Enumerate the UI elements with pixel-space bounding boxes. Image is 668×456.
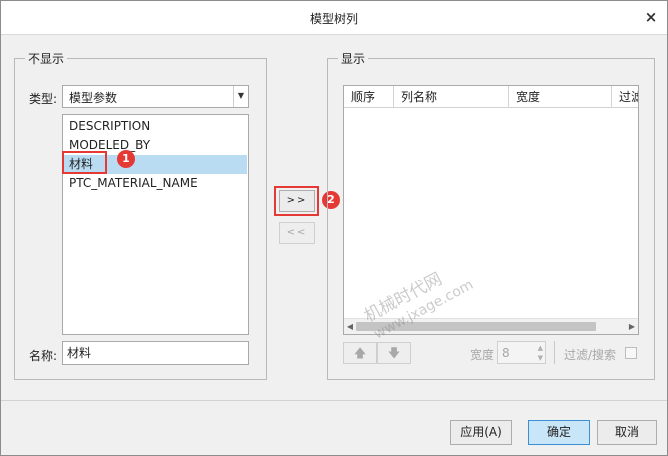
footer-divider [1, 400, 667, 401]
scroll-right-icon[interactable]: ▶ [626, 319, 638, 334]
move-up-button[interactable]: 🡅 [343, 342, 377, 364]
filter-search-label: 过滤/搜索 [564, 348, 617, 362]
divider [554, 341, 555, 364]
apply-button[interactable]: 应用(A) [450, 420, 512, 445]
name-label: 名称: [29, 349, 58, 363]
close-icon[interactable]: × [641, 7, 661, 27]
column-header-order[interactable]: 顺序 [344, 86, 394, 108]
hidden-columns-list[interactable]: DESCRIPTION MODELED_BY 材料 PTC_MATERIAL_N… [62, 114, 249, 335]
step1-badge: 1 [117, 150, 135, 168]
type-dropdown-value: 模型参数 [69, 91, 118, 105]
step2-highlight [274, 186, 319, 216]
model-tree-columns-dialog: 模型树列 × 不显示 类型: 模型参数 ▼ DESCRIPTION MODELE… [0, 0, 668, 456]
width-label: 宽度 [470, 348, 495, 362]
type-label: 类型: [29, 92, 58, 106]
cancel-button[interactable]: 取消 [597, 420, 657, 445]
filter-search-checkbox[interactable] [625, 347, 637, 359]
not-displayed-group-label: 不显示 [25, 50, 68, 67]
move-up-icon: 🡅 [353, 346, 367, 360]
column-header-filter[interactable]: 过滤 [612, 86, 638, 108]
column-header-name[interactable]: 列名称 [394, 86, 509, 108]
step1-highlight [62, 151, 107, 174]
dialog-title: 模型树列 [309, 12, 358, 26]
title-bar: 模型树列 × [1, 1, 667, 35]
move-down-icon: 🡇 [387, 346, 401, 360]
column-header-width[interactable]: 宽度 [509, 86, 612, 108]
remove-column-button[interactable]: << [279, 222, 315, 244]
width-spinner-value: 8 [502, 346, 510, 360]
name-field[interactable]: 材料 [62, 341, 249, 365]
displayed-group-label: 显示 [338, 50, 369, 67]
scroll-left-icon[interactable]: ◀ [344, 319, 356, 334]
type-dropdown[interactable]: 模型参数 ▼ [62, 85, 249, 108]
spinner-arrows-icon[interactable]: ▲ ▼ [538, 343, 543, 363]
width-spinner[interactable]: 8 ▲ ▼ [497, 341, 546, 364]
dropdown-arrow-icon[interactable]: ▼ [233, 86, 248, 107]
list-item-description[interactable]: DESCRIPTION [64, 117, 247, 136]
list-item-ptc-material-name[interactable]: PTC_MATERIAL_NAME [64, 174, 247, 193]
ok-button[interactable]: 确定 [528, 420, 590, 445]
move-down-button[interactable]: 🡇 [377, 342, 411, 364]
